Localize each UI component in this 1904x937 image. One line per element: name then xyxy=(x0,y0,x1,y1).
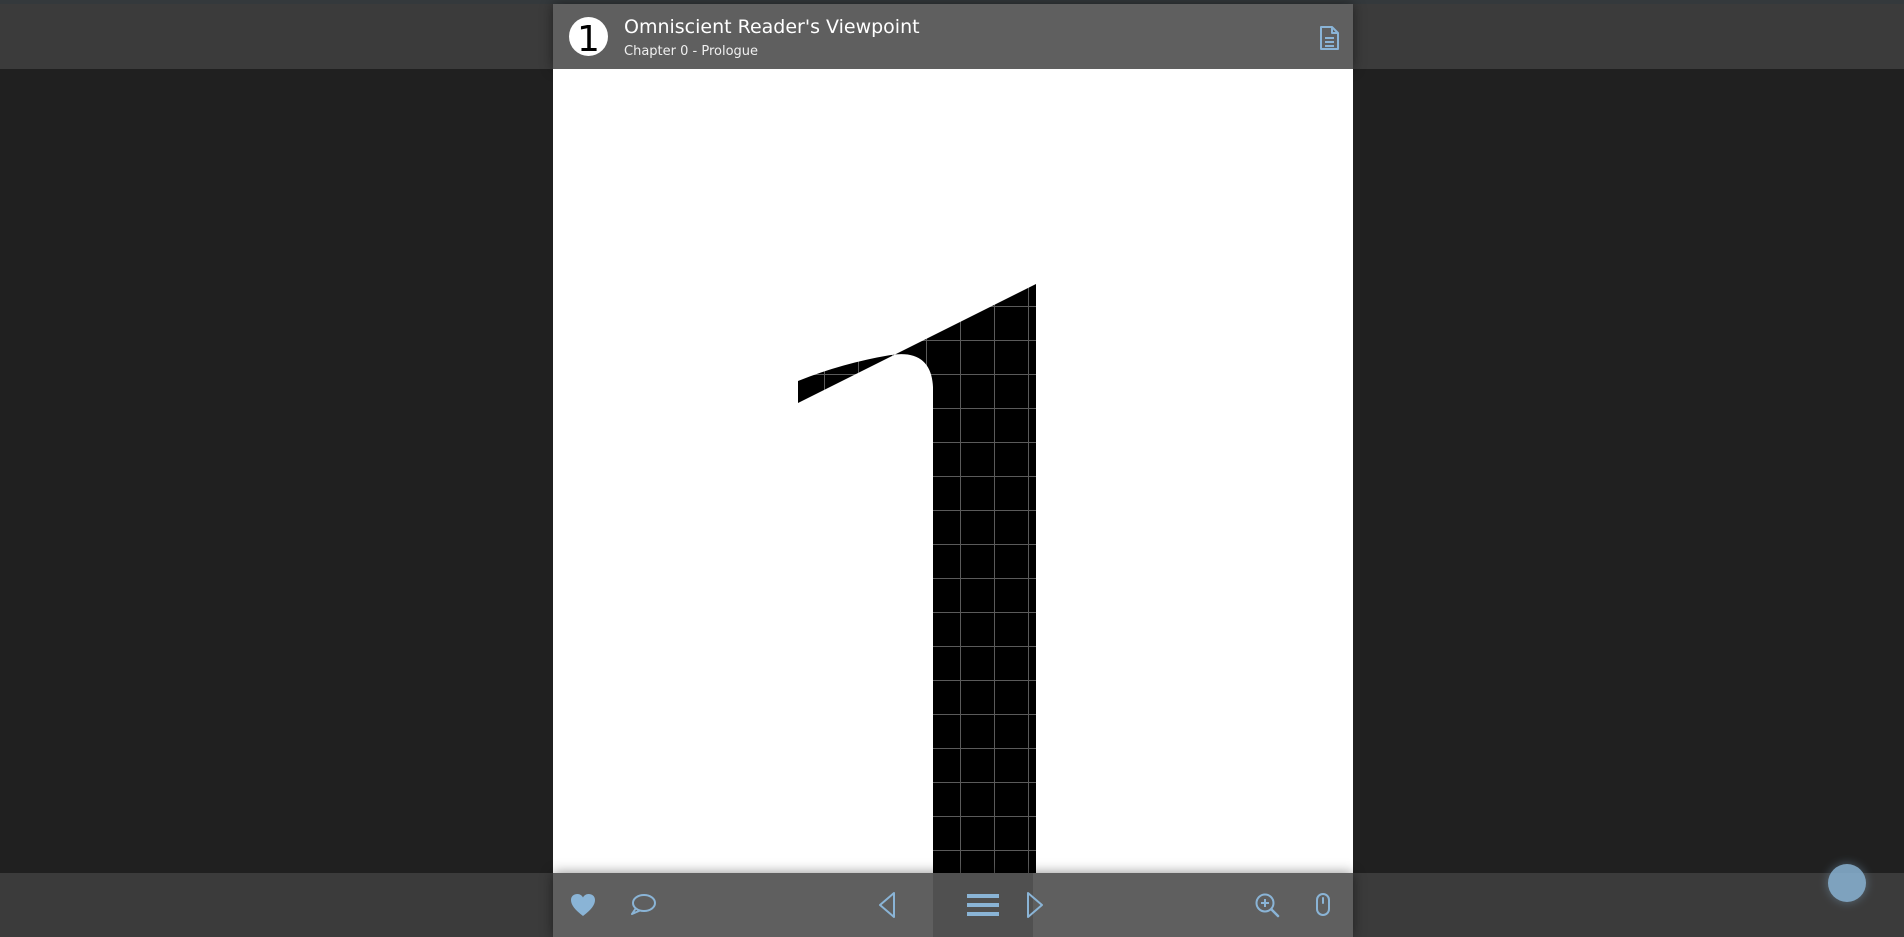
reader-header: 1 Omniscient Reader's Viewpoint Chapter … xyxy=(553,4,1353,69)
number-one-graphic xyxy=(798,284,1036,873)
menu-icon[interactable] xyxy=(933,889,1033,921)
site-logo[interactable]: 1 xyxy=(569,17,608,56)
comic-page[interactable] xyxy=(553,69,1353,873)
scroll-top-icon[interactable] xyxy=(1828,864,1866,902)
chapter-title: Chapter 0 - Prologue xyxy=(624,44,759,59)
next-arrow-icon[interactable] xyxy=(1019,889,1051,921)
reader-toolbar xyxy=(553,873,1353,937)
comment-icon[interactable] xyxy=(627,889,659,921)
previous-arrow-icon[interactable] xyxy=(871,889,903,921)
zoom-in-icon[interactable] xyxy=(1251,889,1283,921)
series-title[interactable]: Omniscient Reader's Viewpoint xyxy=(624,16,920,38)
mouse-icon[interactable] xyxy=(1307,889,1339,921)
logo-digit: 1 xyxy=(577,18,600,56)
document-icon[interactable] xyxy=(1317,24,1341,52)
chapter-cover-image xyxy=(798,284,1036,873)
heart-icon[interactable] xyxy=(567,889,599,921)
